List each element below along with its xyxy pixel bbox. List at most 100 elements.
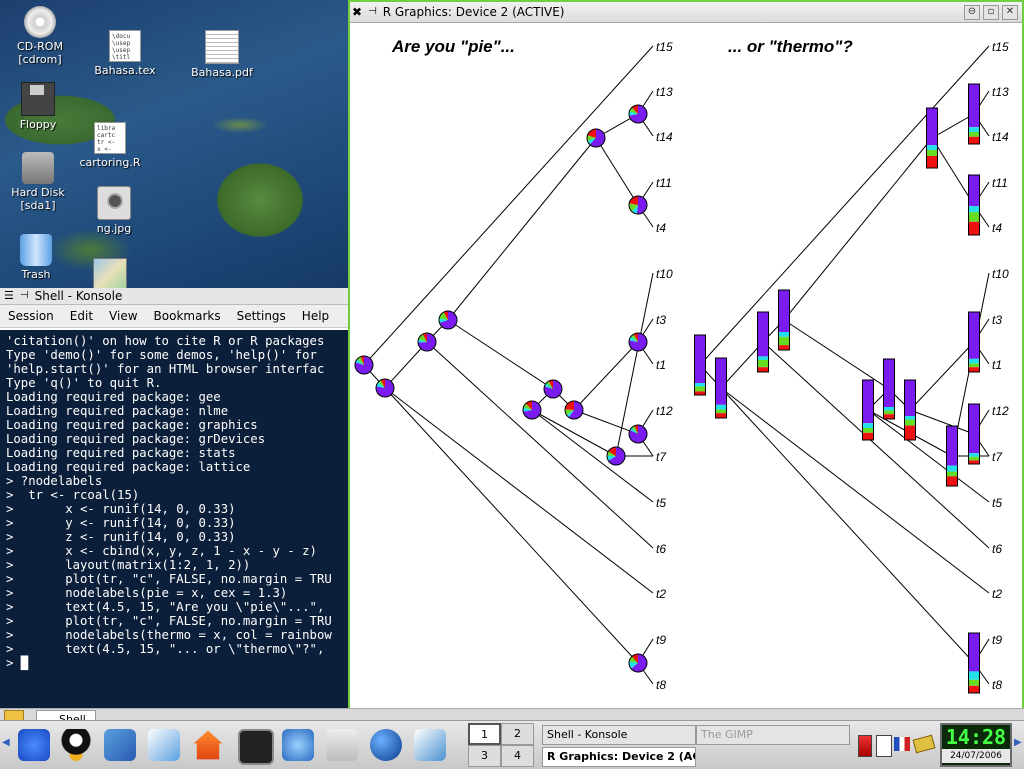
terminal-line: Loading required package: grDevices (6, 432, 266, 446)
task-konsole[interactable]: Shell - Konsole (542, 725, 696, 745)
thermo-segment (968, 127, 980, 132)
tip-label: t13 (656, 85, 673, 99)
terminal-output[interactable]: 'citation()' on how to cite R or R packa… (0, 330, 348, 708)
tip-label: t15 (656, 40, 673, 54)
menu-bookmarks[interactable]: Bookmarks (146, 309, 229, 323)
clipboard-icon[interactable] (876, 735, 892, 757)
tux-icon[interactable] (60, 729, 92, 761)
trash-icon[interactable]: Trash (0, 234, 76, 281)
pin-icon[interactable]: ⊣ (368, 2, 377, 22)
r-script-icon: libra cartc tr <- x <- (94, 122, 126, 154)
tree-edge (783, 137, 933, 321)
map-image-icon (93, 258, 127, 288)
trash-can-icon (20, 234, 52, 266)
tip-label: t1 (992, 358, 1002, 372)
tip-label: t4 (992, 221, 1002, 235)
close-button[interactable]: ✕ (1002, 5, 1018, 20)
bahasa-pdf-label: Bahasa.pdf (191, 66, 253, 79)
tree-edge (447, 137, 597, 321)
bahasa-tex-icon[interactable]: \docu \usep \usep \titl Bahasa.tex (85, 30, 165, 77)
floppy-icon[interactable]: Floppy (0, 82, 78, 131)
clock[interactable]: 14:28 24/07/2006 (940, 723, 1012, 767)
hard-disk-icon[interactable]: Hard Disk [sda1] (0, 152, 78, 212)
cdrom-label: CD-ROM [cdrom] (17, 40, 63, 66)
tip-label: t15 (992, 40, 1009, 54)
konsole-titlebar[interactable]: ☰ ⊣ Shell - Konsole (0, 288, 348, 305)
thermo-segment (968, 685, 980, 693)
menu-edit[interactable]: Edit (62, 309, 101, 323)
cdrom-icon[interactable]: CD-ROM [cdrom] (0, 6, 80, 66)
panel-arrow-icon[interactable]: ◀ (2, 737, 10, 748)
map-file-icon[interactable] (70, 258, 150, 288)
thermo-segment (715, 413, 727, 418)
pager-desktop-2[interactable]: 2 (501, 723, 534, 745)
thermo-segment (926, 150, 938, 156)
task-r-graphics-label: R Graphics: Device 2 (AC (547, 750, 696, 763)
thermo-segment (968, 460, 980, 464)
tree-edge (426, 341, 654, 549)
maximize-button[interactable]: ▫ (983, 5, 999, 20)
browser-globe-icon[interactable] (370, 729, 402, 761)
pager-desktop-1[interactable]: 1 (468, 723, 501, 745)
window-menu-icon[interactable]: ☰ (4, 288, 14, 304)
thermo-segment (757, 312, 769, 357)
thermo-segment (904, 419, 916, 426)
tip-label: t14 (992, 130, 1009, 144)
terminal-icon[interactable] (238, 729, 274, 765)
tree-edge (931, 113, 975, 139)
tip-label: t5 (992, 496, 1002, 510)
thermo-segment (926, 145, 938, 150)
minimize-button[interactable]: ⊖ (964, 5, 980, 20)
home-folder-icon[interactable] (104, 729, 136, 761)
menu-session[interactable]: Session (0, 309, 62, 323)
thermo-segment (968, 358, 980, 364)
tree-edge (720, 341, 764, 389)
r-graphics-titlebar[interactable]: ✖ ⊣ R Graphics: Device 2 (ACTIVE) (350, 2, 1022, 23)
terminal-line: Loading required package: gee (6, 390, 221, 404)
tip-label: t9 (656, 633, 666, 647)
pin-icon[interactable]: ⊣ (20, 288, 29, 304)
home-icon[interactable] (193, 730, 223, 760)
hard-drive-icon (22, 152, 54, 184)
task-gimp[interactable]: The GIMP (696, 725, 850, 745)
ng-jpg-icon[interactable]: ng.jpg (74, 186, 154, 235)
menu-settings[interactable]: Settings (229, 309, 294, 323)
cartoring-r-icon[interactable]: libra cartc tr <- x <- cartoring.R (70, 122, 150, 169)
thermo-segment (862, 428, 874, 433)
terminal-line: > nodelabels(thermo = x, col = rainbow (6, 628, 332, 642)
thermo-segment (968, 363, 980, 368)
thermo-segment (968, 84, 980, 128)
thermo-segment (968, 206, 980, 213)
control-center-icon[interactable] (148, 729, 180, 761)
tip-label: t2 (992, 587, 1002, 601)
battery-icon[interactable] (858, 735, 872, 757)
keyboard-layout-flag-icon[interactable] (894, 737, 910, 751)
mail-icon[interactable] (326, 729, 358, 761)
bahasa-pdf-icon[interactable]: Bahasa.pdf (182, 30, 262, 79)
tree-edge (384, 387, 654, 594)
tip-label: t3 (992, 313, 1002, 327)
konqueror-icon[interactable] (282, 729, 314, 761)
menu-view[interactable]: View (101, 309, 145, 323)
thermo-segment (778, 290, 790, 332)
panel-right-arrow-icon[interactable]: ▶ (1014, 737, 1022, 748)
terminal-line: 'help.start()' for an HTML browser inter… (6, 362, 325, 376)
tip-label: t3 (656, 313, 666, 327)
tip-label: t10 (992, 267, 1009, 281)
floppy-disk-icon (21, 82, 55, 116)
thermo-segment (694, 386, 706, 392)
pager-desktop-3[interactable]: 3 (468, 745, 501, 767)
terminal-line: > x <- cbind(x, y, z, 1 - x - y - z) (6, 544, 317, 558)
hard-disk-label: Hard Disk [sda1] (11, 186, 65, 212)
thermo-segment (883, 359, 895, 407)
task-r-graphics[interactable]: R Graphics: Device 2 (AC (542, 747, 696, 767)
x-window-icon[interactable]: ✖ (352, 2, 362, 22)
image-file-icon (97, 186, 131, 220)
pager-desktop-4[interactable]: 4 (501, 745, 534, 767)
notes-icon[interactable] (912, 734, 936, 754)
menu-help[interactable]: Help (294, 309, 337, 323)
floppy-label: Floppy (19, 118, 57, 131)
kde-menu-icon[interactable] (18, 729, 50, 761)
office-icon[interactable] (414, 729, 446, 761)
tip-label: t8 (992, 678, 1002, 692)
